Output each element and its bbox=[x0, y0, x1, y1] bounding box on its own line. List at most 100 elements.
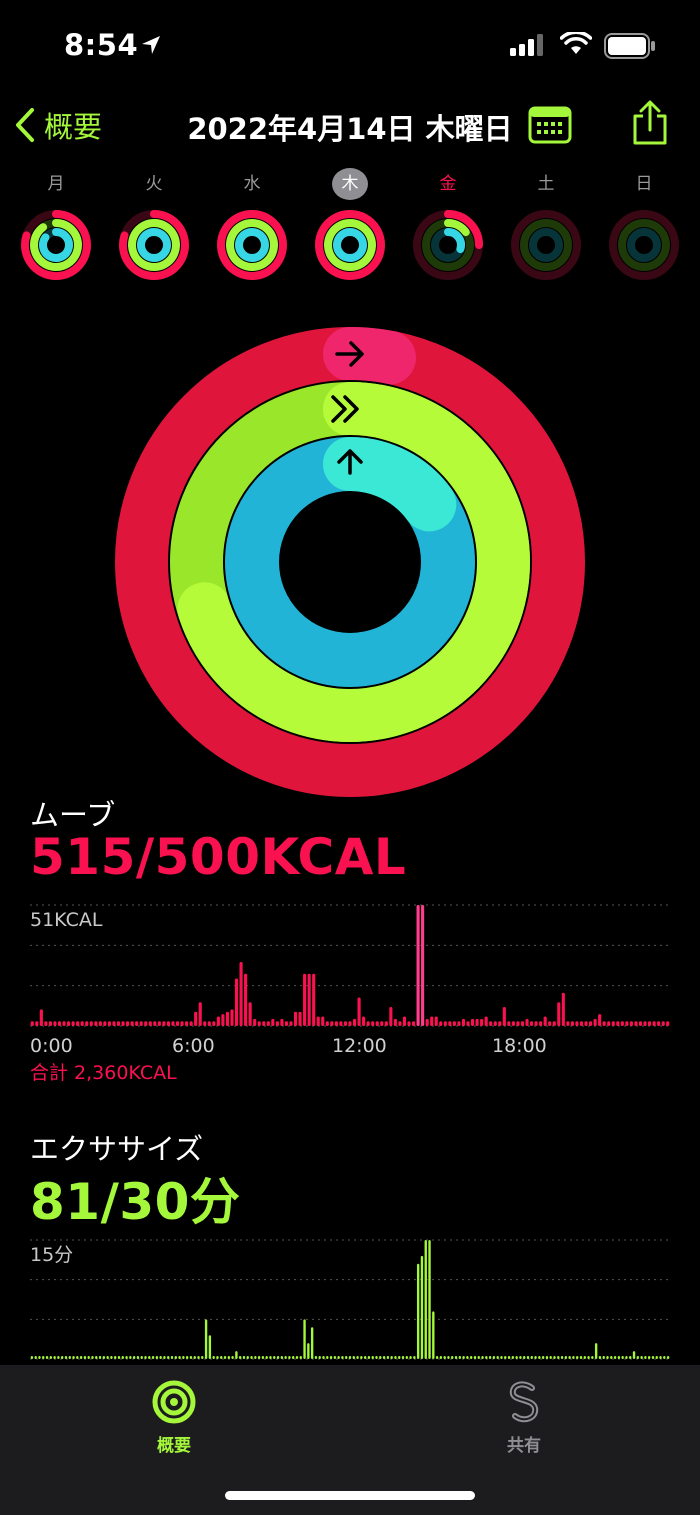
chart-bar bbox=[144, 1356, 147, 1359]
chart-bar bbox=[520, 1021, 525, 1026]
chart-bar bbox=[284, 1356, 287, 1359]
chart-bar bbox=[76, 1021, 80, 1026]
chart-bar bbox=[34, 1356, 37, 1359]
chart-bar bbox=[289, 1021, 293, 1026]
chart-bar bbox=[170, 1356, 174, 1359]
chart-bar bbox=[584, 1021, 588, 1026]
chart-bar bbox=[484, 1016, 488, 1026]
chart-bar bbox=[140, 1356, 143, 1359]
day-label: 金 bbox=[439, 174, 457, 194]
chart-bar bbox=[594, 1343, 598, 1359]
chart-bar bbox=[244, 973, 248, 1026]
chart-bar bbox=[139, 1021, 143, 1026]
chart-bar bbox=[525, 1018, 529, 1026]
chart-bar bbox=[64, 1356, 68, 1359]
chart-bar bbox=[280, 1356, 284, 1359]
chart-bar bbox=[72, 1356, 75, 1359]
chart-bar bbox=[606, 1356, 609, 1359]
chart-bar bbox=[221, 1014, 225, 1026]
chart-bar bbox=[398, 1356, 401, 1359]
chart-bar bbox=[76, 1356, 79, 1359]
tab-summary[interactable]: 概要 bbox=[114, 1379, 234, 1456]
chart-bar bbox=[30, 1356, 34, 1359]
chart-bar bbox=[648, 1021, 652, 1026]
home-indicator bbox=[225, 1491, 475, 1500]
chart-bar bbox=[588, 1021, 593, 1026]
chart-bar bbox=[204, 1319, 208, 1359]
chart-bar bbox=[593, 1018, 597, 1026]
chart-bar bbox=[189, 1356, 193, 1359]
chart-bar bbox=[135, 1021, 139, 1026]
tab-sharing[interactable]: 共有 bbox=[464, 1379, 584, 1456]
chart-bar bbox=[273, 1356, 276, 1359]
chart-bar bbox=[379, 1356, 382, 1359]
status-time: 8:54 bbox=[64, 28, 139, 62]
chart-bar bbox=[362, 1016, 366, 1026]
calendar-button[interactable] bbox=[528, 106, 572, 144]
chart-bar bbox=[121, 1021, 125, 1026]
chart-bar bbox=[49, 1356, 53, 1359]
chart-bar bbox=[253, 1018, 257, 1026]
chart-bar bbox=[159, 1356, 162, 1359]
chart-bar bbox=[148, 1356, 151, 1359]
chart-bar bbox=[121, 1356, 124, 1359]
chart-bar bbox=[293, 1011, 298, 1026]
chart-bar bbox=[352, 1018, 357, 1026]
chart-bar bbox=[434, 1016, 438, 1026]
chart-bar bbox=[107, 1021, 112, 1026]
chart-bar bbox=[265, 1356, 268, 1359]
chart-bar bbox=[174, 1356, 177, 1359]
chart-bar bbox=[657, 1021, 661, 1026]
chart-bar bbox=[71, 1021, 75, 1026]
day-7[interactable]: 日 bbox=[604, 168, 684, 282]
chart-bar bbox=[248, 1002, 252, 1026]
tab-sharing-label: 共有 bbox=[507, 1436, 541, 1456]
chart-bar bbox=[489, 1021, 493, 1026]
day-label: 月 bbox=[47, 174, 65, 194]
chart-bar bbox=[62, 1021, 66, 1026]
chart-bar bbox=[466, 1356, 469, 1359]
day-5[interactable]: 金 bbox=[408, 168, 488, 282]
chart-bar bbox=[322, 1356, 325, 1359]
chart-bar bbox=[610, 1356, 613, 1359]
chart-bar bbox=[425, 1018, 429, 1026]
stand-ring-overlap bbox=[323, 437, 457, 532]
chart-max-label: 15分 bbox=[30, 1244, 73, 1266]
chart-bar bbox=[216, 1016, 220, 1026]
chart-bar bbox=[167, 1356, 170, 1359]
exercise-chart: 15分 bbox=[30, 1239, 670, 1360]
chart-bar bbox=[230, 1009, 234, 1026]
chart-bar bbox=[598, 1014, 602, 1026]
chart-bar bbox=[193, 1356, 196, 1359]
chart-bar bbox=[116, 1021, 121, 1026]
chart-bar bbox=[407, 1021, 411, 1026]
chart-bar bbox=[393, 1018, 397, 1026]
chart-bar bbox=[239, 961, 243, 1026]
day-rings bbox=[511, 210, 581, 280]
day-4[interactable]: 木 bbox=[310, 168, 390, 282]
chart-bar bbox=[575, 1021, 579, 1026]
day-6[interactable]: 土 bbox=[506, 168, 586, 282]
chart-bar bbox=[492, 1356, 496, 1359]
day-1[interactable]: 月 bbox=[16, 168, 96, 282]
chart-bar bbox=[636, 1356, 640, 1359]
chart-bar bbox=[564, 1356, 568, 1359]
share-button[interactable] bbox=[630, 100, 670, 146]
chart-bar bbox=[661, 1021, 665, 1026]
day-3[interactable]: 水 bbox=[212, 168, 292, 282]
chart-bar bbox=[110, 1356, 113, 1359]
chart-bar bbox=[203, 1021, 207, 1026]
chart-bar bbox=[411, 1021, 416, 1026]
chart-bar bbox=[644, 1356, 647, 1359]
day-2[interactable]: 火 bbox=[114, 168, 194, 282]
chart-bar bbox=[566, 1021, 570, 1026]
wifi-icon bbox=[560, 32, 592, 54]
chart-bar bbox=[663, 1356, 666, 1359]
chart-bar bbox=[602, 1356, 605, 1359]
chart-bar bbox=[461, 1018, 466, 1026]
chart-bar bbox=[473, 1356, 477, 1359]
chart-bar bbox=[316, 1016, 320, 1026]
chart-bar bbox=[629, 1021, 633, 1026]
chart-bar bbox=[275, 1021, 279, 1026]
chart-bar bbox=[356, 1356, 359, 1359]
